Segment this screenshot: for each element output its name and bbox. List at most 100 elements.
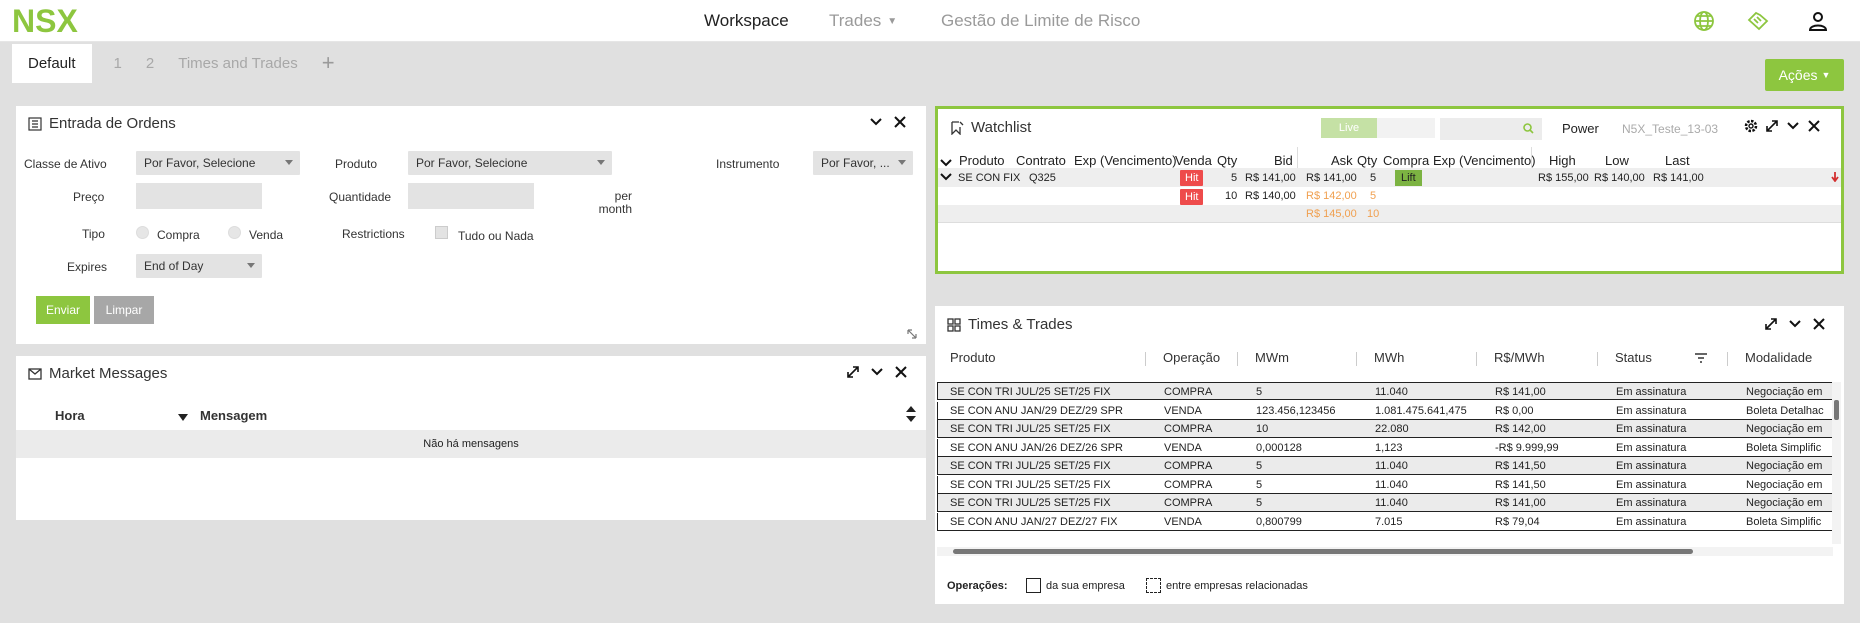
tt-operacao: COMPRA [1164, 423, 1213, 435]
scrollbar-thumb[interactable] [953, 549, 1693, 554]
horizontal-scrollbar[interactable] [937, 547, 1833, 556]
tt-header-operacao[interactable]: Operação [1163, 350, 1220, 365]
wl-header-produto[interactable]: Produto [959, 153, 1005, 168]
wl-header-bid[interactable]: Bid [1274, 153, 1293, 168]
table-row[interactable]: SE CON ANU JAN/26 DEZ/26 SPR VENDA 0,00012… [937, 438, 1833, 457]
search-icon[interactable] [1523, 123, 1534, 134]
vertical-scrollbar[interactable] [1832, 382, 1841, 544]
tab-times-and-trades[interactable]: Times and Trades [178, 55, 298, 72]
wl-header-qty-ask[interactable]: Qty [1357, 153, 1377, 168]
chevron-down-icon[interactable] [869, 364, 885, 380]
tab-1[interactable]: 1 [114, 55, 122, 72]
chevron-down-icon[interactable] [868, 114, 884, 130]
wl-header-venda[interactable]: Venda [1175, 153, 1212, 168]
tt-header-modalidade[interactable]: Modalidade [1745, 350, 1812, 365]
mensagem-column-header[interactable]: Mensagem [200, 408, 267, 423]
tab-default[interactable]: Default [12, 43, 92, 83]
produto-select[interactable]: Por Favor, Selecione [408, 151, 612, 175]
hit-button[interactable]: Hit [1180, 189, 1204, 205]
nav-workspace[interactable]: Workspace [704, 0, 789, 42]
expand-icon[interactable] [845, 364, 861, 380]
resize-icon[interactable] [906, 328, 918, 340]
tt-header-status[interactable]: Status [1615, 350, 1652, 365]
nav-gestao-limite-risco[interactable]: Gestão de Limite de Risco [941, 0, 1140, 42]
tt-header-produto[interactable]: Produto [950, 350, 996, 365]
wl-header-exp-venda[interactable]: Exp (Vencimento) [1074, 153, 1177, 168]
expand-icon[interactable] [1763, 316, 1779, 332]
table-row[interactable]: SE CON TRI JUL/25 SET/25 FIX COMPRA 5 11.04… [937, 382, 1833, 400]
divider [1727, 352, 1728, 366]
live-toggle[interactable]: Live [1321, 118, 1377, 138]
handshake-icon[interactable] [1746, 9, 1770, 33]
nav-trades[interactable]: Trades ▼ [829, 0, 897, 42]
tt-status: Em assinatura [1616, 497, 1687, 509]
tt-status: Em assinatura [1616, 404, 1687, 417]
wl-row[interactable] [938, 168, 1841, 187]
preco-input[interactable] [136, 183, 262, 209]
table-row[interactable]: SE CON TRI JUL/25 SET/25 FIX COMPRA 5 11.04… [937, 494, 1833, 512]
mail-icon [28, 367, 42, 380]
table-row[interactable]: SE CON TRI JUL/25 SET/25 FIX COMPRA 5 11.04… [937, 457, 1833, 475]
globe-icon[interactable] [1692, 9, 1716, 33]
venda-radio[interactable] [228, 226, 241, 239]
gear-icon[interactable] [1743, 118, 1759, 134]
wl-row[interactable] [938, 187, 1841, 205]
list-icon [28, 116, 42, 131]
tt-header-mwm[interactable]: MWm [1255, 350, 1289, 365]
tt-rs-mwh: R$ 141,50 [1495, 460, 1546, 472]
enviar-button[interactable]: Enviar [36, 296, 90, 324]
tt-modalidade: Negociação em [1746, 460, 1823, 472]
close-icon[interactable] [1811, 316, 1827, 332]
sua-empresa-swatch [1026, 578, 1041, 593]
chevron-down-icon[interactable] [1787, 316, 1803, 332]
empresas-relacionadas-label: entre empresas relacionadas [1166, 580, 1308, 592]
live-toggle-off[interactable] [1377, 118, 1435, 138]
chevron-down-icon[interactable] [940, 173, 952, 181]
table-row[interactable]: SE CON ANU JAN/27 DEZ/27 FIX VENDA 0,80079… [937, 512, 1833, 531]
watchlist-search-input[interactable] [1440, 118, 1542, 140]
wl-header-last[interactable]: Last [1665, 153, 1690, 168]
quantidade-input[interactable] [408, 183, 534, 209]
user-icon[interactable] [1806, 9, 1830, 33]
table-row[interactable]: SE CON TRI JUL/25 SET/25 FIX COMPRA 10 22.0… [937, 420, 1833, 438]
classe-select[interactable]: Por Favor, Selecione [136, 151, 300, 175]
expires-select[interactable]: End of Day [136, 254, 262, 278]
add-tab-button[interactable]: + [322, 50, 335, 76]
wl-header-contrato[interactable]: Contrato [1016, 153, 1066, 168]
close-icon[interactable] [893, 364, 909, 380]
chevron-down-icon[interactable] [940, 159, 952, 167]
hora-column-header[interactable]: Hora [55, 408, 85, 423]
expand-icon[interactable] [1764, 118, 1780, 134]
tt-header-mwh[interactable]: MWh [1374, 350, 1404, 365]
table-row[interactable]: SE CON TRI JUL/25 SET/25 FIX COMPRA 5 11.04… [937, 475, 1833, 494]
tudo-ou-nada-checkbox[interactable] [435, 226, 448, 239]
chevron-down-icon[interactable] [1785, 118, 1801, 134]
wl-header-exp-compra[interactable]: Exp (Vencimento) [1433, 153, 1536, 168]
wl-header-ask[interactable]: Ask [1331, 153, 1353, 168]
compra-radio[interactable] [136, 226, 149, 239]
wl-header-high[interactable]: High [1549, 153, 1576, 168]
filter-icon[interactable] [1695, 353, 1707, 363]
tab-2[interactable]: 2 [146, 55, 154, 72]
instrumento-select[interactable]: Por Favor, ... [813, 151, 913, 175]
wl-header-compra[interactable]: Compra [1383, 153, 1429, 168]
hit-button[interactable]: Hit [1180, 170, 1204, 186]
tt-mwh: 11.040 [1375, 497, 1408, 509]
wl-header-qty-bid[interactable]: Qty [1217, 153, 1237, 168]
sort-desc-icon[interactable] [178, 414, 188, 421]
lift-button[interactable]: Lift [1395, 170, 1422, 186]
close-icon[interactable] [1806, 118, 1822, 134]
wl-row[interactable] [938, 205, 1841, 223]
watchlist-panel: Watchlist Live Power N5X_Teste_13-03 Pro… [935, 106, 1844, 274]
limpar-button[interactable]: Limpar [94, 296, 154, 324]
n5x-logo[interactable]: NSX [12, 4, 88, 36]
table-row[interactable]: SE CON ANU JAN/29 DEZ/29 SPR VENDA 123.456… [937, 401, 1833, 420]
empresas-relacionadas-swatch [1146, 578, 1161, 593]
tt-header-rs-mwh[interactable]: R$/MWh [1494, 350, 1545, 365]
acoes-button[interactable]: Ações ▼ [1765, 59, 1844, 91]
sort-icon[interactable] [906, 406, 916, 422]
close-icon[interactable] [892, 114, 908, 130]
scrollbar-thumb[interactable] [1834, 400, 1839, 420]
wl-header-low[interactable]: Low [1605, 153, 1629, 168]
tt-mwh: 11.040 [1375, 478, 1408, 491]
